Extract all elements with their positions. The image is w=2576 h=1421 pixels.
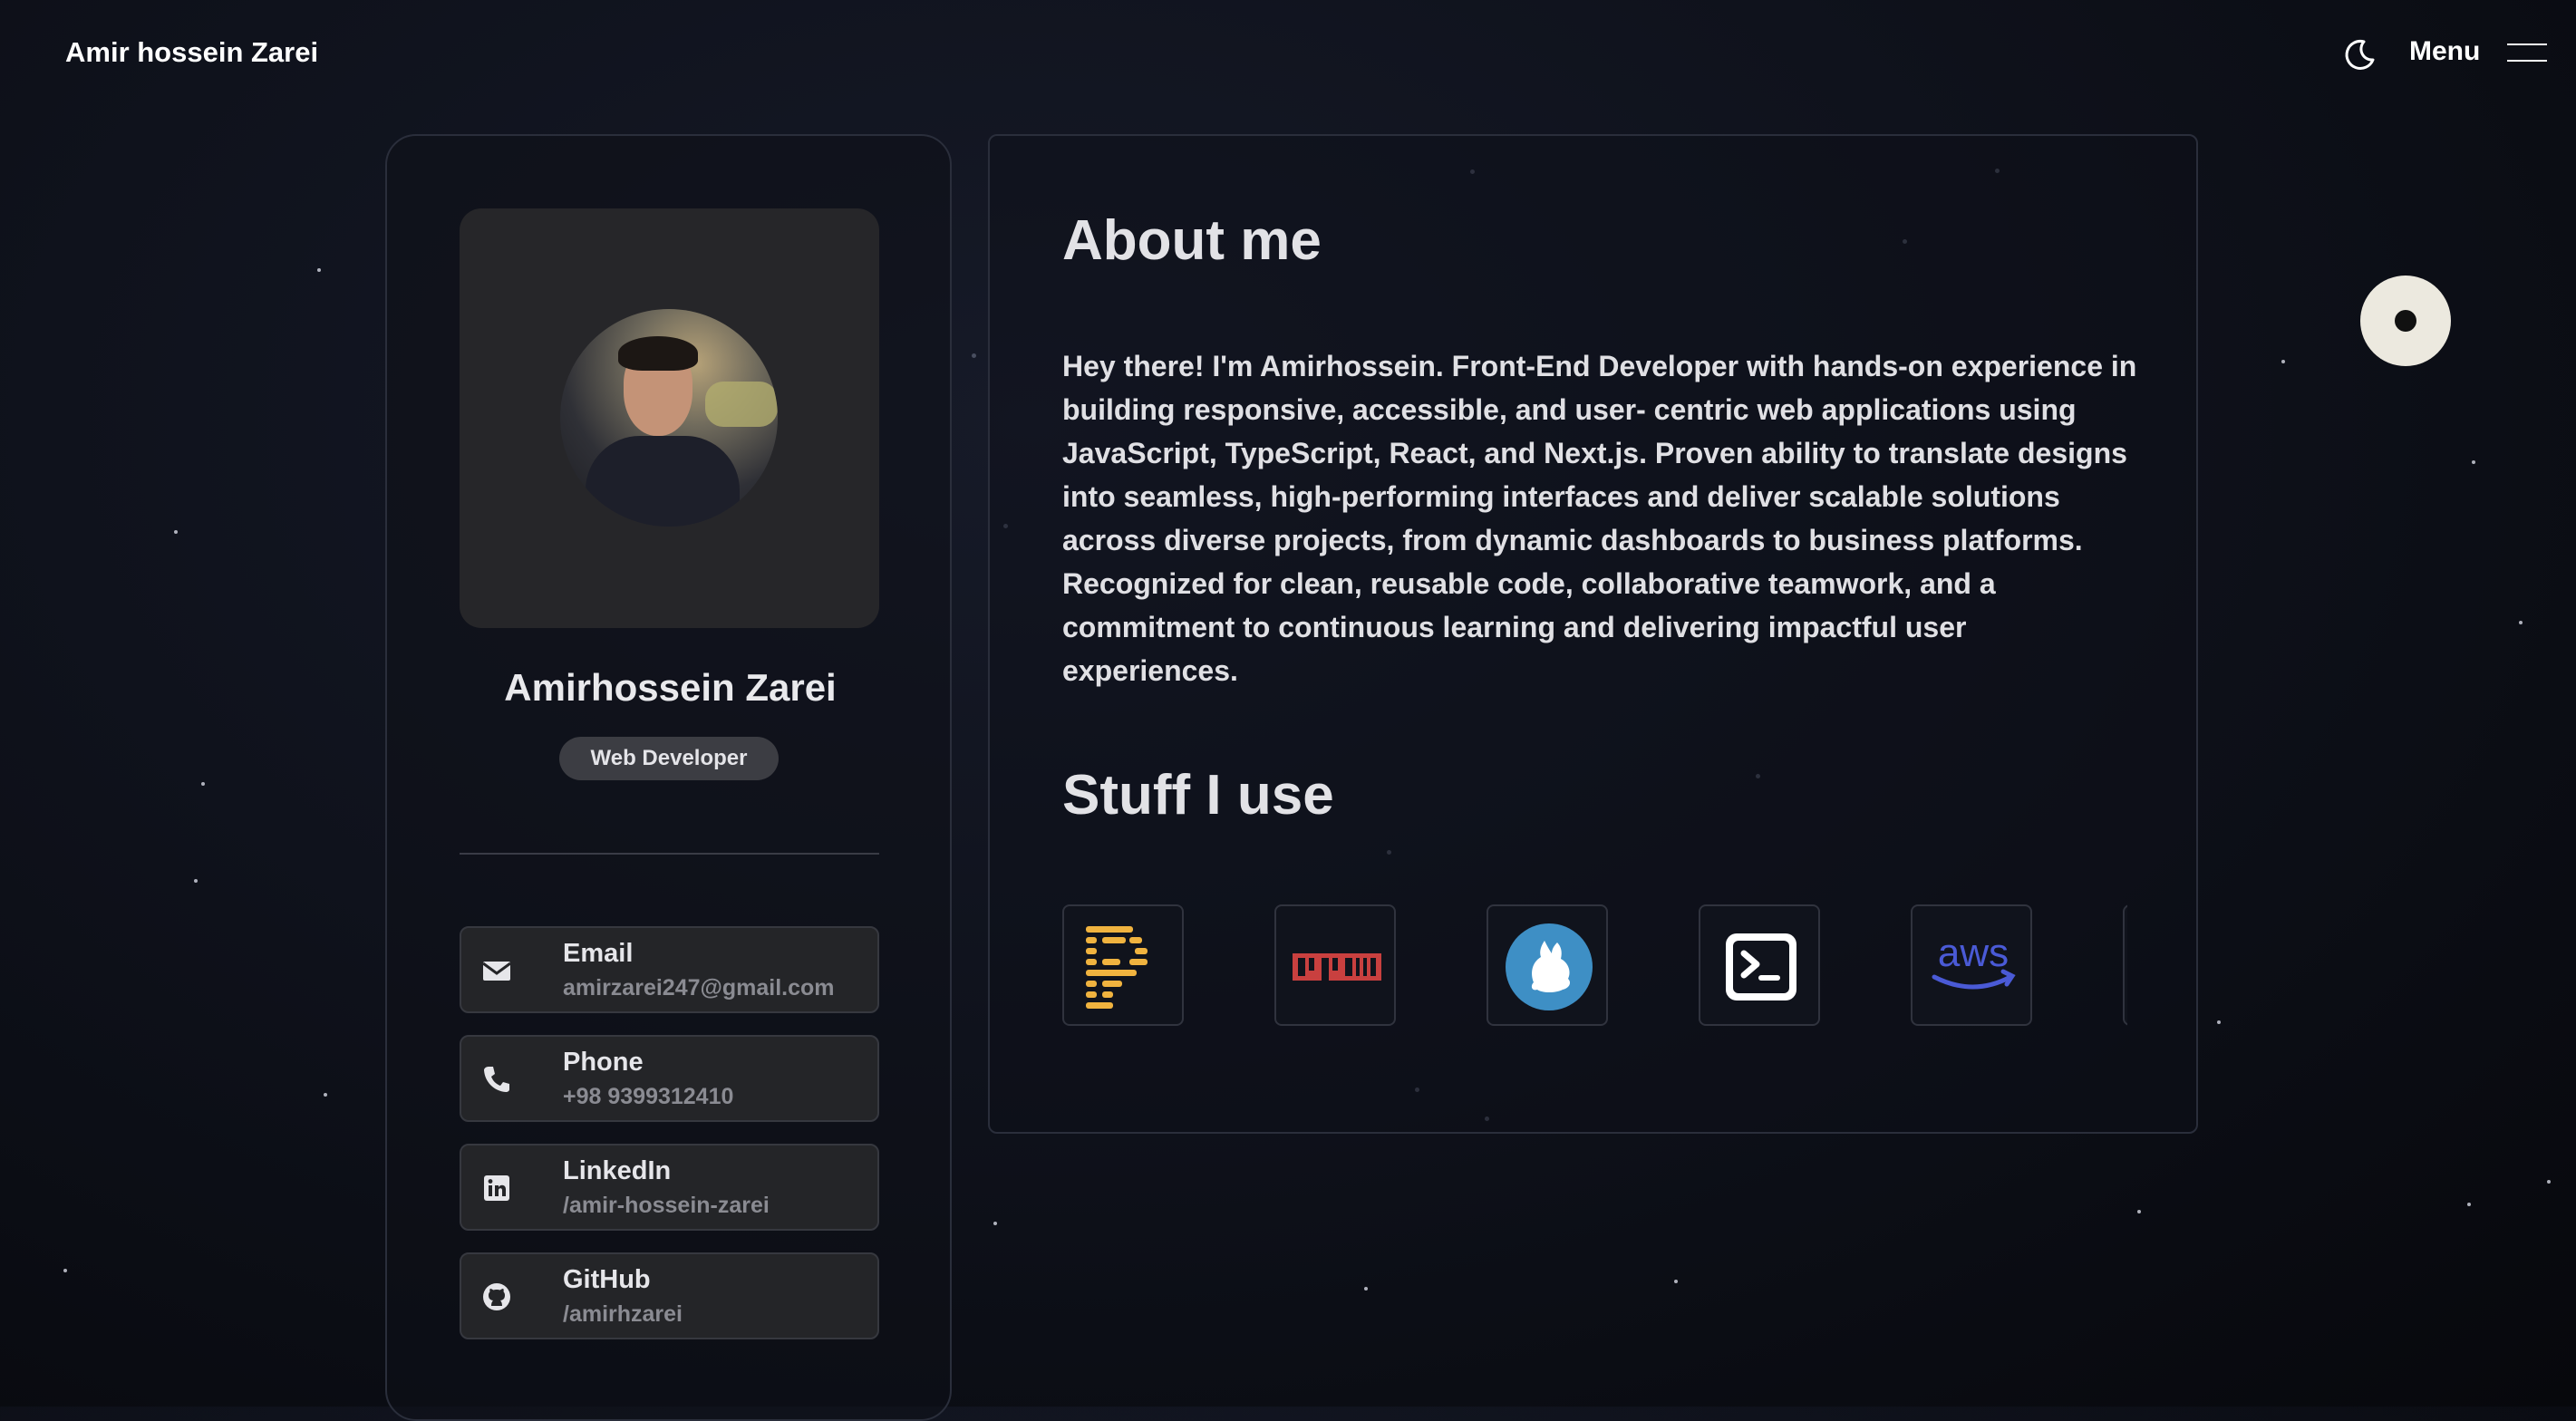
tool-prettier[interactable] bbox=[1062, 904, 1184, 1026]
aws-icon: aws bbox=[1913, 906, 2034, 1028]
contact-github[interactable]: GitHub /amirhzarei bbox=[460, 1252, 879, 1339]
about-card: About me Hey there! I'm Amirhossein. Fro… bbox=[988, 134, 2198, 1134]
contact-value: amirzarei247@gmail.com bbox=[563, 975, 835, 1001]
menu-button[interactable]: Menu bbox=[2409, 36, 2480, 67]
role-badge: Web Developer bbox=[559, 737, 779, 780]
prettier-icon bbox=[1064, 906, 1186, 1028]
tool-aws[interactable]: aws bbox=[1911, 904, 2032, 1026]
record-dot-icon bbox=[2395, 310, 2416, 332]
brand-name[interactable]: Amir hossein Zarei bbox=[65, 36, 318, 69]
contact-value: +98 9399312410 bbox=[563, 1084, 733, 1110]
envelope-icon bbox=[481, 955, 512, 986]
tool-yarn[interactable] bbox=[1487, 904, 1608, 1026]
avatar-container bbox=[460, 208, 879, 628]
aws-label: aws bbox=[1938, 931, 2009, 975]
cursor-follower-button[interactable] bbox=[2360, 276, 2451, 366]
avatar bbox=[560, 309, 778, 527]
about-paragraph: Hey there! I'm Amirhossein. Front-End De… bbox=[1062, 344, 2141, 692]
contact-label: Email bbox=[563, 939, 633, 969]
linkedin-icon bbox=[481, 1173, 512, 1204]
tool-next-partial[interactable] bbox=[2123, 904, 2127, 1026]
terminal-icon bbox=[1700, 906, 1822, 1028]
github-icon bbox=[481, 1281, 512, 1312]
yarn-icon bbox=[1488, 906, 1610, 1028]
contact-email[interactable]: Email amirzarei247@gmail.com bbox=[460, 926, 879, 1013]
contact-label: GitHub bbox=[563, 1265, 651, 1295]
contact-label: LinkedIn bbox=[563, 1156, 671, 1186]
contact-value: /amirhzarei bbox=[563, 1301, 683, 1328]
site-header: Amir hossein Zarei Menu bbox=[0, 0, 2576, 109]
tool-terminal[interactable] bbox=[1699, 904, 1820, 1026]
contact-label: Phone bbox=[563, 1048, 644, 1078]
contact-linkedin[interactable]: LinkedIn /amir-hossein-zarei bbox=[460, 1144, 879, 1231]
about-heading: About me bbox=[1062, 208, 1322, 273]
npm-icon bbox=[1276, 906, 1398, 1028]
contact-phone[interactable]: Phone +98 9399312410 bbox=[460, 1035, 879, 1122]
stuff-heading: Stuff I use bbox=[1062, 763, 1334, 827]
tool-npm[interactable] bbox=[1274, 904, 1396, 1026]
profile-name: Amirhossein Zarei bbox=[387, 666, 954, 710]
phone-icon bbox=[481, 1064, 512, 1095]
profile-card: Amirhossein Zarei Web Developer Email am… bbox=[385, 134, 952, 1421]
contact-value: /amir-hossein-zarei bbox=[563, 1193, 770, 1219]
tools-carousel[interactable]: aws bbox=[1062, 904, 2127, 1028]
hamburger-icon[interactable] bbox=[2507, 44, 2547, 63]
moon-icon[interactable] bbox=[2342, 38, 2377, 72]
divider bbox=[460, 853, 879, 855]
